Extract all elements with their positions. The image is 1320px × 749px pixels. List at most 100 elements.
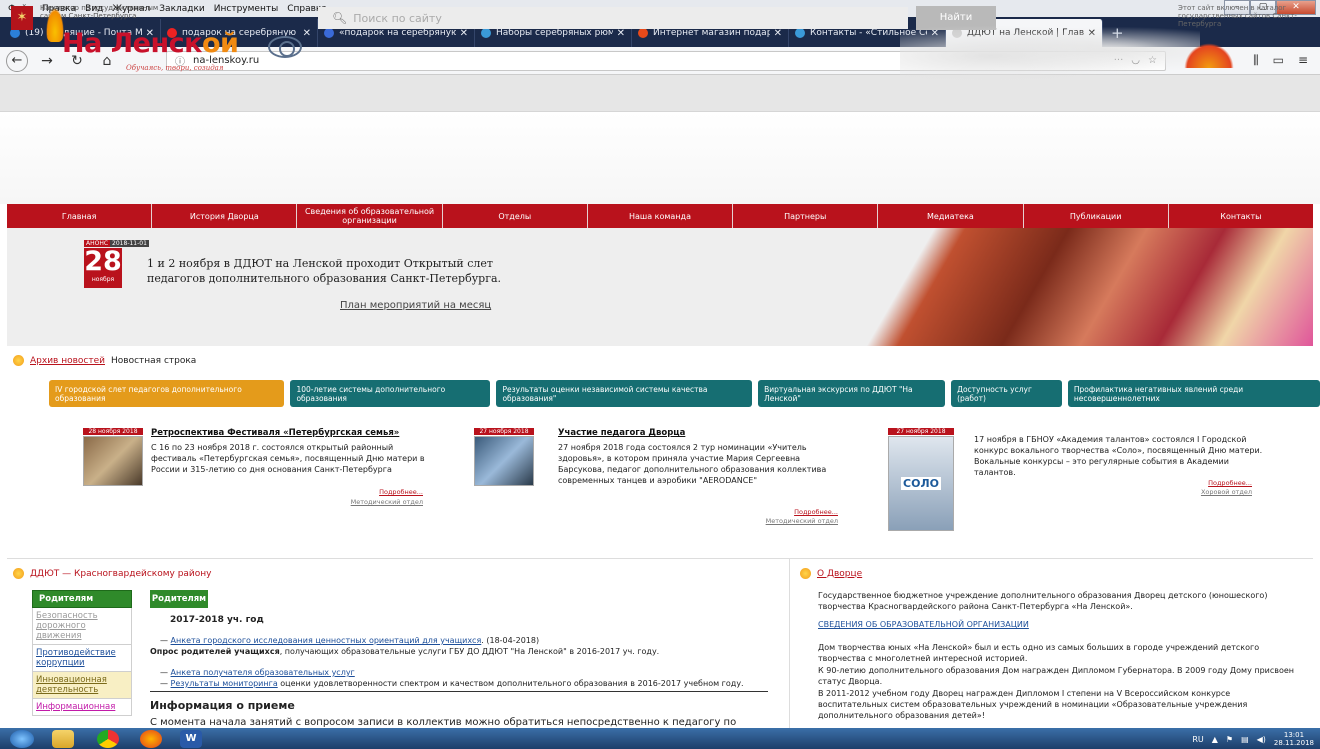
bullet-icon bbox=[13, 568, 24, 579]
tab-favicon-icon bbox=[638, 28, 648, 38]
news-card-3: СОЛО 27 ноября 2018 17 ноября в ГБНОУ «А… bbox=[888, 428, 1288, 538]
tab-title: Интернет магазин подарков bbox=[653, 28, 770, 38]
news-thumbnail[interactable] bbox=[474, 436, 534, 486]
nav-item[interactable]: Контакты bbox=[1169, 204, 1313, 228]
nav-item[interactable]: Медиатека bbox=[878, 204, 1024, 228]
search-placeholder: Поиск по сайту bbox=[353, 11, 442, 25]
header-clouds bbox=[900, 20, 1200, 80]
department-link[interactable]: Методический отдел bbox=[738, 517, 838, 525]
nav-item[interactable]: Партнеры bbox=[733, 204, 879, 228]
announcement-text[interactable]: 1 и 2 ноября в ДДЮТ на Ленской проходит … bbox=[147, 256, 507, 286]
start-button-icon[interactable] bbox=[10, 730, 34, 748]
nav-item[interactable]: Сведения об образовательной организации bbox=[297, 204, 443, 228]
section-divider bbox=[7, 558, 1313, 559]
sun-logo-icon bbox=[1183, 38, 1235, 68]
accessibility-eye-icon[interactable] bbox=[268, 36, 302, 58]
news-body: С 16 по 23 ноября 2018 г. состоялся откр… bbox=[151, 443, 425, 474]
about-awards: К 90-летию дополнительного образования Д… bbox=[818, 666, 1295, 686]
clock[interactable]: 13:01 28.11.2018 bbox=[1274, 731, 1314, 747]
about-heading: О Дворце bbox=[800, 568, 862, 579]
nav-item[interactable]: История Дворца bbox=[152, 204, 298, 228]
news-card-1: 28 ноября 2018 Ретроспектива Фестиваля «… bbox=[83, 428, 443, 508]
news-thumbnail[interactable]: СОЛО bbox=[888, 436, 954, 531]
news-archive-link[interactable]: Архив новостей bbox=[30, 356, 105, 366]
sidebar-icon[interactable]: ▭ bbox=[1273, 53, 1284, 68]
word-icon[interactable]: W bbox=[180, 730, 202, 748]
children-photo bbox=[862, 228, 1313, 346]
library-icon[interactable]: ⫼ bbox=[1253, 53, 1259, 68]
more-link[interactable]: Подробнее... bbox=[343, 488, 423, 496]
admission-text: С момента начала занятий с вопросом запи… bbox=[150, 717, 737, 728]
news-chip[interactable]: Виртуальная экскурсия по ДДЮТ "На Ленско… bbox=[758, 380, 946, 407]
divider-line bbox=[150, 691, 768, 692]
gov-navigator-bar bbox=[0, 75, 1320, 112]
about-history: Дом творчества юных «На Ленской» был и е… bbox=[818, 643, 1260, 663]
news-body: 17 ноября в ГБНОУ «Академия талантов» со… bbox=[974, 435, 1263, 477]
month-plan-link[interactable]: План мероприятий на месяц bbox=[340, 300, 491, 311]
news-title[interactable]: Ретроспектива Фестиваля «Петербургская с… bbox=[151, 428, 399, 438]
news-body: 27 ноября 2018 года состоялся 2 тур номи… bbox=[558, 443, 827, 485]
forward-icon[interactable]: → bbox=[36, 53, 58, 69]
tab-close-icon[interactable]: ✕ bbox=[774, 28, 782, 39]
survey-link[interactable]: Анкета городского исследования ценностны… bbox=[171, 636, 482, 645]
news-date: 27 ноября 2018 bbox=[474, 428, 534, 435]
bullet-icon bbox=[13, 355, 24, 366]
news-chip[interactable]: Доступность услуг (работ) bbox=[951, 380, 1062, 407]
site-header bbox=[0, 112, 1320, 204]
department-link[interactable]: Хоровой отдел bbox=[1152, 488, 1252, 496]
menu-tools[interactable]: Инструменты bbox=[214, 4, 278, 14]
news-chip[interactable]: Результаты оценки независимой системы ка… bbox=[496, 380, 753, 407]
sidebar-item-information[interactable]: Информационная bbox=[32, 699, 132, 716]
monitoring-line: — Результаты мониторинга оценки удовлетв… bbox=[160, 679, 744, 688]
recipient-form-link[interactable]: Анкета получателя образовательных услуг bbox=[171, 668, 355, 677]
nav-item[interactable]: Наша команда bbox=[588, 204, 734, 228]
tab-parents[interactable]: Родителям bbox=[150, 590, 208, 608]
tab-close-icon[interactable]: ✕ bbox=[460, 28, 468, 39]
about-link[interactable]: О Дворце bbox=[817, 569, 862, 579]
chrome-icon[interactable] bbox=[97, 730, 119, 748]
language-indicator[interactable]: RU bbox=[1192, 735, 1203, 744]
tab-close-icon[interactable]: ✕ bbox=[617, 28, 625, 39]
gov-search-input[interactable]: 🔍︎ Поиск по сайту bbox=[318, 7, 908, 29]
more-link[interactable]: Подробнее... bbox=[1168, 479, 1252, 487]
nav-item[interactable]: Главная bbox=[7, 204, 153, 228]
hamburger-menu-icon[interactable]: ≡ bbox=[1298, 53, 1308, 68]
firefox-icon[interactable] bbox=[140, 730, 162, 748]
back-icon[interactable]: ← bbox=[6, 49, 28, 72]
org-info-link[interactable]: СВЕДЕНИЯ ОБ ОБРАЗОВАТЕЛЬНОЙ ОРГАНИЗАЦИИ bbox=[818, 620, 1029, 629]
nav-item[interactable]: Отделы bbox=[443, 204, 588, 228]
volume-icon[interactable]: ◀) bbox=[1257, 735, 1266, 744]
news-chip[interactable]: 100-летие системы дополнительного образо… bbox=[290, 380, 491, 407]
news-chip[interactable]: Профилактика негативных явлений среди не… bbox=[1067, 380, 1320, 407]
sidebar-item-road-safety[interactable]: Безопасность дорожного движения bbox=[32, 608, 132, 645]
flag-icon[interactable]: ⚑ bbox=[1226, 735, 1233, 744]
district-heading: ДДЮТ — Красногвардейскому району bbox=[13, 568, 212, 579]
school-year: 2017-2018 уч. год bbox=[170, 615, 264, 625]
survey-line: — Анкета городского исследования ценност… bbox=[160, 636, 540, 645]
monitoring-link[interactable]: Результаты мониторинга bbox=[171, 679, 278, 688]
sidebar-item-innovation[interactable]: Инновационная деятельность bbox=[32, 672, 132, 699]
org-info-line: СВЕДЕНИЯ ОБ ОБРАЗОВАТЕЛЬНОЙ ОРГАНИЗАЦИИ bbox=[818, 619, 1298, 630]
sidebar-item-anti-corruption[interactable]: Противодействие коррупции bbox=[32, 645, 132, 672]
sidebar-head[interactable]: Родителям bbox=[32, 590, 132, 608]
parents-poll-line: Опрос родителей учащихся, получающих обр… bbox=[150, 647, 660, 656]
tab-title: Наборы серебряных рюмок bbox=[496, 28, 613, 38]
news-date: 27 ноября 2018 bbox=[888, 428, 954, 435]
nav-item[interactable]: Публикации bbox=[1024, 204, 1169, 228]
network-icon[interactable]: ▤ bbox=[1241, 735, 1249, 744]
news-chip[interactable]: IV городской слет педагогов дополнительн… bbox=[49, 380, 285, 407]
explorer-icon[interactable] bbox=[52, 730, 74, 748]
more-link[interactable]: Подробнее... bbox=[758, 508, 838, 516]
bullet-icon bbox=[800, 568, 811, 579]
news-thumbnail[interactable] bbox=[83, 436, 143, 486]
tab-title: «подарок на серебряную сва bbox=[339, 28, 456, 38]
news-header: Архив новостей Новостная строка bbox=[13, 355, 196, 366]
about-intro: Государственное бюджетное учреждение доп… bbox=[818, 591, 1268, 611]
department-link[interactable]: Методический отдел bbox=[323, 498, 423, 506]
news-title[interactable]: Участие педагога Дворца bbox=[558, 428, 685, 438]
tab-close-icon[interactable]: ✕ bbox=[303, 28, 311, 39]
news-chips: IV городской слет педагогов дополнительн… bbox=[49, 380, 1320, 407]
tray-up-icon[interactable]: ▲ bbox=[1212, 735, 1218, 744]
spb-emblem-icon[interactable]: ✶ bbox=[11, 6, 33, 30]
site-logo[interactable]: На Ленской bbox=[62, 28, 239, 59]
